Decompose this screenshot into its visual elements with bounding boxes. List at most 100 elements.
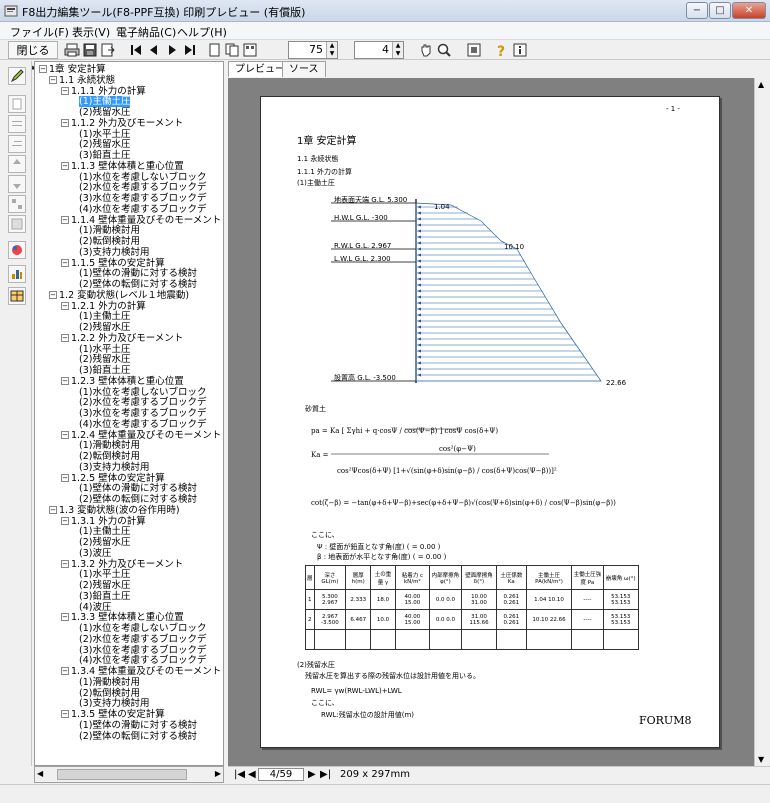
preview-vertical-scrollbar[interactable]: ▲ ▼ [754,78,770,766]
tree-item[interactable]: −1.1.5 壁体の安定計算 [61,258,165,269]
page-stepper[interactable]: 4 ▲ ▼ [354,41,404,59]
tree-item[interactable]: (2)壁体の転倒に対する検討 [79,279,197,290]
tree-item[interactable]: (1)滑動検討用 [79,677,140,688]
tree-item[interactable]: (1)壁体の滑動に対する検討 [79,483,197,494]
nav-first-icon[interactable]: |◀ [234,769,245,780]
tree-item[interactable]: (2)転倒検討用 [79,688,140,699]
tree-item[interactable]: (1)壁体の滑動に対する検討 [79,720,197,731]
tree-item[interactable]: (1)滑動検討用 [79,225,140,236]
tree-item[interactable]: (2)壁体の転倒に対する検討 [79,494,197,505]
zoom-tool-icon[interactable] [436,42,452,58]
tree-item[interactable]: −1.3.2 外力及びモーメント [61,559,183,570]
tree-item[interactable]: (2)転倒検討用 [79,236,140,247]
tree-item[interactable]: (1)水平土圧 [79,344,130,355]
tree-item[interactable]: (3)水位を考慮するブロックデ [79,408,206,419]
tree-item[interactable]: (1)滑動検討用 [79,440,140,451]
tree-expander-icon[interactable]: − [61,215,69,224]
tree-item[interactable]: (3)鉛直土圧 [79,150,130,161]
tree-expander-icon[interactable]: − [61,613,69,622]
tree-expander-icon[interactable]: − [61,333,69,342]
tab-source[interactable]: ソース [282,61,326,77]
tree-item[interactable]: (4)水位を考慮するブロックデ [79,204,206,215]
tree-item[interactable]: −1.2 変動状態(レベル１地震動) [49,290,189,301]
document-tree[interactable]: −1章 安定計算 −1.1 永続状態 −1.1.1 外力の計算 (1)主働土圧 (2)残… [34,61,224,766]
fit-page-icon[interactable] [466,42,482,58]
tree-item[interactable]: (4)波圧 [79,602,111,613]
minimize-button[interactable]: − [686,2,708,19]
tree-expander-icon[interactable]: − [61,301,69,310]
scroll-right-icon[interactable]: ▶ [215,769,221,778]
nav-next-icon[interactable]: ▶ [308,769,316,780]
tool-button-8[interactable] [8,215,26,233]
tree-item[interactable]: (2)残留水圧 [79,580,130,591]
close-preview-button[interactable]: 閉じる(X) [8,41,58,75]
tree-expander-icon[interactable]: − [61,161,69,170]
two-page-icon[interactable] [224,42,240,58]
tree-expander-icon[interactable]: − [49,290,57,299]
tree-item[interactable]: (3)鉛直土圧 [79,365,130,376]
next-page-icon[interactable] [164,42,180,58]
menu-help[interactable]: ヘルプ(H) [177,24,227,40]
tree-item[interactable]: −1.2.4 壁体重量及びそのモーメント [61,430,221,441]
tree-item[interactable]: (2)残留水圧 [79,107,130,118]
tree-item[interactable]: −1.3.1 外力の計算 [61,516,146,527]
tree-expander-icon[interactable]: − [49,505,57,514]
tree-item[interactable]: −1.2.5 壁体の安定計算 [61,473,165,484]
tool-button-4[interactable] [8,135,26,153]
scroll-left-icon[interactable]: ◀ [37,769,43,778]
tree-item[interactable]: −1.3 変動状態(波の谷作用時) [49,505,180,516]
preview-area[interactable]: - 1 - 1章 安定計算 1.1 永続状態 1.1.1 外力の計算 (1)主働… [228,78,754,766]
tree-item[interactable]: (2)水位を考慮するブロックデ [79,634,206,645]
tree-item[interactable]: −1.3.5 壁体の安定計算 [61,709,165,720]
tree-item[interactable]: (2)壁体の転倒に対する検討 [79,731,197,742]
tree-item[interactable]: (1)水平土圧 [79,129,130,140]
print-icon[interactable] [64,42,80,58]
tree-item[interactable]: −1.1.2 外力及びモーメント [61,118,183,129]
tree-item[interactable]: (3)波圧 [79,548,111,559]
tree-item[interactable]: −1.2.3 壁体体積と重心位置 [61,376,184,387]
tool-button-10[interactable] [8,265,26,283]
tree-item[interactable]: (4)水位を考慮するブロックデ [79,419,206,430]
tree-scroll-thumb[interactable] [57,769,187,780]
tree-item[interactable]: (3)支持力検討用 [79,247,149,258]
tool-button-2[interactable] [8,95,26,113]
tree-expander-icon[interactable]: − [61,430,69,439]
scroll-up-icon[interactable]: ▲ [758,80,764,89]
tree-expander-icon[interactable]: − [61,473,69,482]
tree-item[interactable]: (1)水位を考慮しないブロック [79,623,206,634]
tree-item[interactable]: (2)残留水圧 [79,354,130,365]
tree-item[interactable]: (2)転倒検討用 [79,451,140,462]
tool-button-3[interactable] [8,115,26,133]
tree-item[interactable]: −1.1.3 壁体体積と重心位置 [61,161,184,172]
tree-item[interactable]: −1.3.4 壁体重量及びそのモーメント [61,666,221,677]
tool-button-11[interactable] [8,287,26,305]
first-page-icon[interactable] [128,42,144,58]
tree-item[interactable]: (4)水位を考慮するブロックデ [79,655,206,666]
tree-item[interactable]: (1)水位を考慮しないブロック [79,387,206,398]
tree-item[interactable]: (3)鉛直土圧 [79,591,130,602]
tree-item[interactable]: (1)壁体の滑動に対する検討 [79,268,197,279]
tree-item[interactable]: (1)水位を考慮しないブロック [79,172,206,183]
tree-expander-icon[interactable]: − [61,667,69,675]
tree-item[interactable]: (3)支持力検討用 [79,698,149,709]
tree-expander-icon[interactable]: − [49,75,57,84]
tree-item[interactable]: (1)主働土圧 [79,311,130,322]
tree-expander-icon[interactable]: − [61,376,69,385]
prev-page-icon[interactable] [146,42,162,58]
tree-item[interactable]: −1.2.1 外力の計算 [61,301,146,312]
tool-button-6[interactable] [8,175,26,193]
tool-button-5[interactable] [8,155,26,173]
export-icon[interactable] [100,42,116,58]
help-icon[interactable]: ? [494,42,510,58]
tree-item[interactable]: (2)残留水圧 [79,322,130,333]
tool-button-9[interactable] [8,241,26,259]
tree-item[interactable]: (2)水位を考慮するブロックデ [79,397,206,408]
scroll-down-icon[interactable]: ▼ [758,755,764,764]
tree-item[interactable]: (1)水平土圧 [79,569,130,580]
menu-electronic-delivery[interactable]: 電子納品(C) [116,24,176,40]
tree-expander-icon[interactable]: − [61,516,69,525]
page-spin-arrows[interactable]: ▲ ▼ [392,42,403,58]
nav-prev-icon[interactable]: ◀ [248,769,256,780]
tree-item[interactable]: (1)主働土圧 [79,96,131,108]
single-page-icon[interactable] [206,42,222,58]
